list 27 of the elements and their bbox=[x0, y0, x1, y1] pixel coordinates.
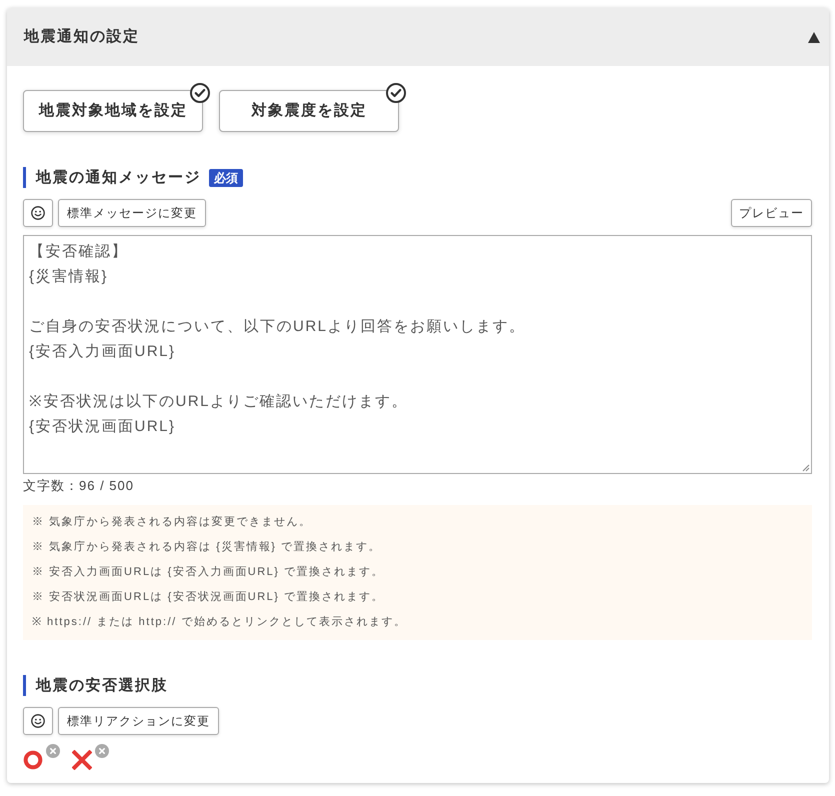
note-text: ※ 気象庁から発表される内容は {災害情報} で置換されます。 bbox=[32, 540, 382, 555]
resize-handle-icon[interactable] bbox=[802, 464, 810, 472]
reset-button[interactable]: 標準リアクションに変更 bbox=[58, 707, 219, 735]
caret-icon[interactable] bbox=[808, 32, 820, 42]
section-heading: 地震の通知メッセージ bbox=[36, 168, 201, 188]
message-field[interactable]: 【安否確認】 {災害情報} ご自身の安否状況について、以下のURLより回答をお願いします。 {安否入力画面URL} ※安否状況は以下のURLよりご確認いただけます。 {安否状況画面URL} bbox=[23, 235, 812, 474]
setting-button[interactable]: 地震対象地域を設定 bbox=[23, 90, 203, 132]
preview-button[interactable]: プレビュー bbox=[731, 199, 812, 227]
panel-header[interactable]: 地震通知の設定 bbox=[7, 8, 829, 66]
heading-accent-bar bbox=[23, 167, 26, 188]
cross-icon bbox=[72, 750, 92, 770]
smiley-icon bbox=[31, 714, 45, 728]
note-text: ※ 安否入力画面URLは {安否入力画面URL} で置換されます。 bbox=[32, 564, 386, 580]
note-text: ※ 安否状況画面URLは {安否状況画面URL} で置換されます。 bbox=[32, 590, 386, 605]
note-text: ※ 気象庁から発表される内容は変更できません。 bbox=[32, 514, 313, 530]
char-counter: 文字数：96 / 500 bbox=[23, 477, 135, 495]
setting-button[interactable]: 対象震度を設定 bbox=[219, 90, 399, 132]
ring-icon bbox=[23, 750, 43, 770]
panel-title: 地震通知の設定 bbox=[24, 26, 140, 47]
heading-accent-bar bbox=[23, 675, 26, 696]
section-heading: 地震の安否選択肢 bbox=[36, 676, 168, 696]
emoji-button[interactable] bbox=[23, 707, 53, 735]
reset-button[interactable]: 標準メッセージに変更 bbox=[58, 199, 206, 227]
required-badge: 必須 bbox=[209, 168, 243, 186]
emoji-button[interactable] bbox=[23, 199, 53, 227]
smiley-icon bbox=[31, 206, 45, 220]
note-text: ※ https:// または http:// で始めるとリンクとして表示されます。 bbox=[32, 615, 408, 630]
